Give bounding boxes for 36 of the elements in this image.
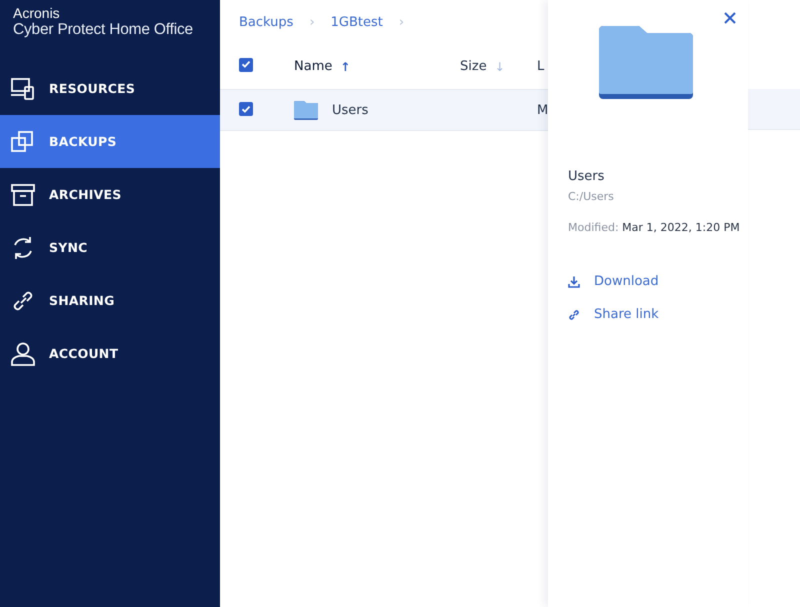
column-header[interactable]: Size ↓ — [460, 59, 537, 74]
file-name: Users — [332, 102, 368, 118]
sidebar-item[interactable]: SYNC — [0, 221, 220, 274]
modified-date: Mar 1, 2022, 1:20 PM — [622, 221, 740, 234]
sidebar-item[interactable]: RESOURCES — [0, 62, 220, 115]
link-icon — [568, 308, 580, 320]
download-icon — [568, 276, 580, 288]
action-link[interactable]: Share link — [594, 307, 659, 322]
row-background — [748, 89, 800, 130]
item-name: Users — [568, 169, 606, 184]
sidebar-item[interactable]: SHARING — [0, 274, 220, 327]
column-header[interactable]: L — [537, 59, 548, 74]
backups-icon — [10, 128, 36, 154]
sidebar-item[interactable]: ACCOUNT — [0, 327, 220, 380]
column-header[interactable]: Name ↑ — [294, 59, 460, 74]
resources-icon — [10, 76, 36, 102]
table-cell: M — [537, 102, 548, 118]
breadcrumb-link[interactable]: 1GBtest — [330, 14, 383, 30]
select-all-checkbox[interactable] — [239, 58, 253, 72]
brand-name: Acronis — [13, 5, 61, 21]
folder-icon — [599, 26, 693, 99]
sidebar-item[interactable]: BACKUPS — [0, 115, 220, 168]
sidebar-item[interactable]: ARCHIVES — [0, 168, 220, 221]
action-link[interactable]: Download — [594, 274, 659, 289]
item-path: C:/Users — [568, 190, 615, 203]
folder-icon — [294, 100, 318, 120]
chevron-icon: › — [398, 14, 404, 30]
account-icon — [10, 340, 36, 366]
archives-icon — [10, 182, 36, 208]
product-name: Cyber Protect Home Office — [13, 21, 194, 39]
modified-label: Modified: — [568, 221, 619, 234]
chevron-icon: › — [309, 14, 315, 30]
breadcrumb-link[interactable]: Backups — [239, 14, 294, 30]
close-icon[interactable] — [722, 10, 738, 26]
table-row[interactable]: Users M — [220, 90, 548, 131]
row-checkbox[interactable] — [239, 102, 253, 116]
